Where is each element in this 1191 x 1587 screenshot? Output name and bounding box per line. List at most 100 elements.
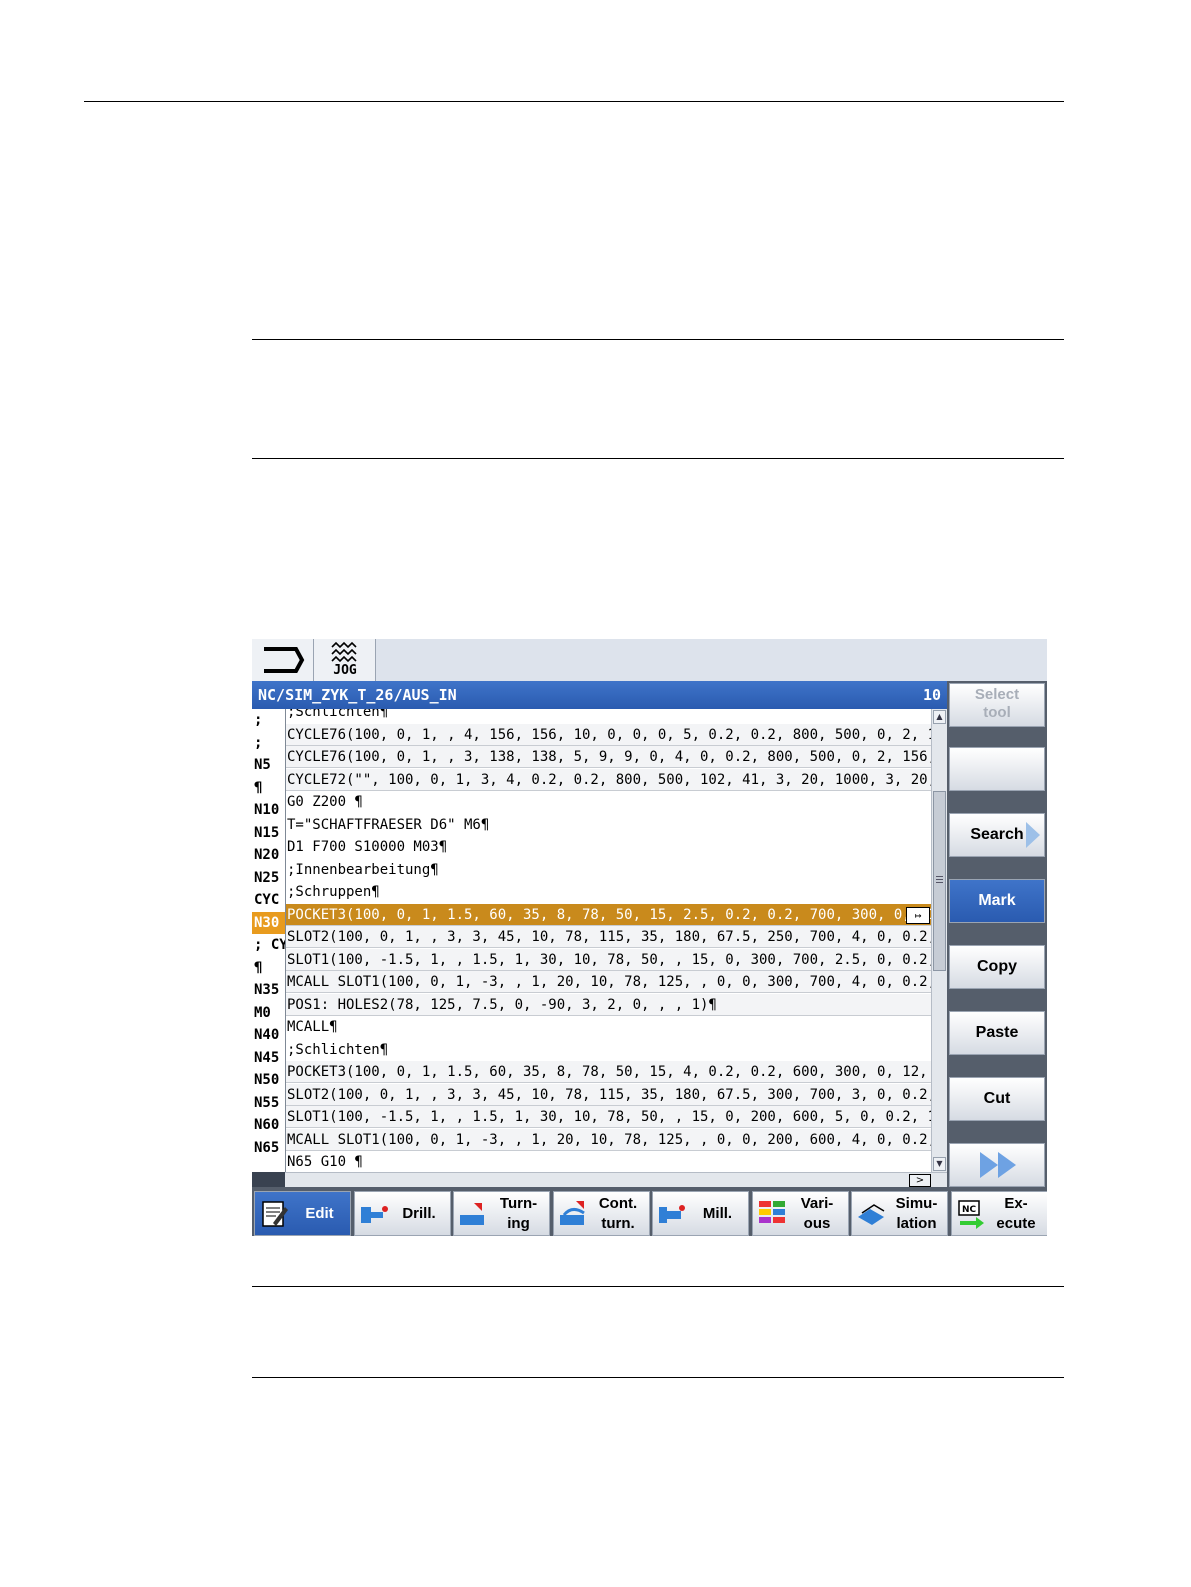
- code-line[interactable]: SLOT1(100, -1.5, 1, , 1.5, 1, 30, 10, 78…: [286, 1106, 932, 1128]
- code-line[interactable]: ;Innenbearbeitung¶: [286, 859, 932, 881]
- background-line: ¶: [254, 959, 263, 976]
- simulation-softkey[interactable]: Simu- lation: [851, 1191, 948, 1236]
- execute-label: Ex- ecute: [996, 1194, 1036, 1232]
- section-rule-1: [252, 339, 1064, 340]
- code-line[interactable]: SLOT2(100, 0, 1, , 3, 3, 45, 10, 78, 115…: [286, 926, 932, 948]
- mark-label: Mark: [978, 892, 1016, 909]
- background-line: N45: [254, 1049, 280, 1066]
- program-title-bar: NC/SIM_ZYK_T_26/AUS_IN 10: [252, 681, 947, 709]
- background-line: CYC: [254, 892, 280, 908]
- code-line[interactable]: CYCLE76(100, 0, 1, , 4, 156, 156, 10, 0,…: [286, 723, 932, 746]
- code-line-text: SLOT1(100, -1.5, 1, , 1.5, 1, 30, 10, 78…: [287, 951, 932, 968]
- background-line: N50: [254, 1072, 280, 1088]
- background-line: N20: [254, 847, 280, 863]
- code-line[interactable]: D1 F700 S10000 M03¶: [286, 836, 932, 858]
- search-label: Search: [970, 826, 1024, 843]
- more-softkey[interactable]: [949, 1143, 1045, 1187]
- mill-softkey[interactable]: Mill.: [652, 1191, 749, 1236]
- mill-label: Mill.: [702, 1204, 733, 1222]
- paste-softkey[interactable]: Paste: [949, 1011, 1045, 1055]
- mode-area-button[interactable]: [252, 639, 314, 681]
- background-line: ;: [254, 712, 263, 728]
- drill-softkey[interactable]: Drill.: [353, 1191, 451, 1236]
- status-strip: [252, 1172, 285, 1187]
- background-line: N25: [254, 869, 280, 886]
- vertical-softkey-bar: Select tool Search Mark Copy Paste Cut: [947, 681, 1047, 1187]
- code-line[interactable]: SLOT2(100, 0, 1, , 3, 3, 45, 10, 78, 115…: [286, 1083, 932, 1106]
- code-line-text: MCALL¶: [287, 1019, 338, 1035]
- code-line[interactable]: CYCLE72("", 100, 0, 1, 3, 4, 0.2, 0.2, 8…: [286, 768, 932, 791]
- code-line[interactable]: SLOT1(100, -1.5, 1, , 1.5, 1, 30, 10, 78…: [286, 948, 932, 971]
- turning-label: Turn- ing: [499, 1194, 538, 1232]
- scroll-down-icon[interactable]: ▼: [933, 1157, 946, 1171]
- code-line[interactable]: T="SCHAFTFRAESER D6" M6¶: [286, 814, 932, 836]
- various-icon: [758, 1201, 785, 1223]
- code-line[interactable]: ;Schruppen¶: [286, 881, 932, 903]
- code-line[interactable]: ;Schlichten¶: [286, 1039, 932, 1061]
- empty-softkey[interactable]: [949, 747, 1045, 791]
- selected-code-line[interactable]: POCKET3(100, 0, 1, 1.5, 60, 35, 8, 78, 5…: [286, 903, 932, 926]
- code-line[interactable]: POCKET3(100, 0, 1, 1.5, 60, 35, 8, 78, 5…: [286, 1061, 932, 1083]
- jog-icon: [331, 641, 357, 663]
- code-line[interactable]: MCALL SLOT1(100, 0, 1, -3, , 1, 20, 10, …: [286, 1128, 932, 1151]
- execute-softkey[interactable]: NC Ex- ecute: [950, 1191, 1047, 1236]
- code-line-text: MCALL SLOT1(100, 0, 1, -3, , 1, 20, 10, …: [287, 974, 932, 990]
- horizontal-scrollbar[interactable]: >: [285, 1172, 947, 1188]
- cont-turn-icon: [559, 1201, 585, 1225]
- scrollbar-thumb[interactable]: [933, 791, 946, 971]
- edit-softkey[interactable]: Edit: [254, 1191, 351, 1236]
- code-line[interactable]: G0 Z200 ¶: [286, 791, 932, 813]
- code-line[interactable]: N65 G10 ¶: [286, 1151, 932, 1172]
- code-line-text: CYCLE76(100, 0, 1, , 4, 156, 156, 10, 0,…: [287, 726, 932, 743]
- copy-label: Copy: [977, 958, 1017, 975]
- code-line-text: N65 G10 ¶: [287, 1154, 363, 1170]
- jog-mode-button[interactable]: JOG: [314, 639, 376, 681]
- background-program-list: ;; N5 ¶ N10 N15 N20 N25 CYC N30 ; CY ¶ N35 M0 N40 N45 N…: [252, 709, 286, 1172]
- code-line-text: T="SCHAFTFRAESER D6" M6¶: [287, 816, 490, 833]
- code-line-text: SLOT2(100, 0, 1, , 3, 3, 45, 10, 78, 115…: [287, 929, 932, 945]
- simulation-label: Simu- lation: [895, 1194, 938, 1232]
- background-line: N60: [254, 1117, 280, 1133]
- select-tool-softkey[interactable]: Select tool: [949, 683, 1045, 727]
- top-bar: JOG: [252, 639, 1047, 682]
- code-line-text: CYCLE76(100, 0, 1, , 3, 138, 138, 5, 9, …: [287, 749, 932, 765]
- various-softkey[interactable]: Vari- ous: [751, 1191, 849, 1236]
- simulation-icon: [858, 1204, 885, 1225]
- scroll-up-icon[interactable]: ▲: [933, 710, 946, 724]
- cut-softkey[interactable]: Cut: [949, 1077, 1045, 1121]
- background-line: M0: [254, 1004, 271, 1021]
- search-softkey[interactable]: Search: [949, 813, 1045, 857]
- background-line: N35: [254, 982, 280, 998]
- background-line: ; CY: [254, 937, 286, 953]
- code-line-text: D1 F700 S10000 M03¶: [287, 839, 448, 855]
- execute-icon: NC: [957, 1200, 984, 1229]
- drill-label: Drill.: [402, 1204, 436, 1222]
- mark-softkey[interactable]: Mark: [949, 879, 1045, 923]
- edit-icon: [262, 1201, 288, 1227]
- background-line: N5: [254, 757, 271, 773]
- scroll-right-icon[interactable]: >: [909, 1174, 931, 1187]
- svg-text:NC: NC: [962, 1205, 977, 1215]
- code-line-text: POCKET3(100, 0, 1, 1.5, 60, 35, 8, 78, 5…: [287, 906, 932, 923]
- double-arrow-icon: [980, 1152, 1016, 1178]
- code-line[interactable]: POS1: HOLES2(78, 125, 7.5, 0, -90, 3, 2,…: [286, 993, 932, 1016]
- code-line-text: SLOT1(100, -1.5, 1, , 1.5, 1, 30, 10, 78…: [287, 1109, 932, 1125]
- background-line: N65: [254, 1139, 280, 1156]
- copy-softkey[interactable]: Copy: [949, 945, 1045, 989]
- section-rule-2: [252, 458, 1064, 459]
- code-line-text: POCKET3(100, 0, 1, 1.5, 60, 35, 8, 78, 5…: [287, 1064, 932, 1080]
- program-path: NC/SIM_ZYK_T_26/AUS_IN: [258, 686, 457, 704]
- code-line[interactable]: ;Schlichten¶: [286, 709, 932, 723]
- code-line[interactable]: MCALL SLOT1(100, 0, 1, -3, , 1, 20, 10, …: [286, 971, 932, 993]
- background-line: ;: [254, 734, 263, 751]
- cont-turn-softkey[interactable]: Cont. turn.: [552, 1191, 650, 1236]
- code-line[interactable]: MCALL¶: [286, 1016, 932, 1038]
- code-line[interactable]: CYCLE76(100, 0, 1, , 3, 138, 138, 5, 9, …: [286, 746, 932, 768]
- vertical-scrollbar[interactable]: ▲ ▼: [931, 709, 947, 1172]
- select-tool-label: Select tool: [974, 686, 1020, 721]
- machine-area-icon: [264, 647, 305, 673]
- turning-softkey[interactable]: Turn- ing: [453, 1191, 550, 1236]
- section-rule-4: [252, 1377, 1064, 1378]
- background-line: N10: [254, 802, 280, 818]
- background-line: N55: [254, 1094, 280, 1111]
